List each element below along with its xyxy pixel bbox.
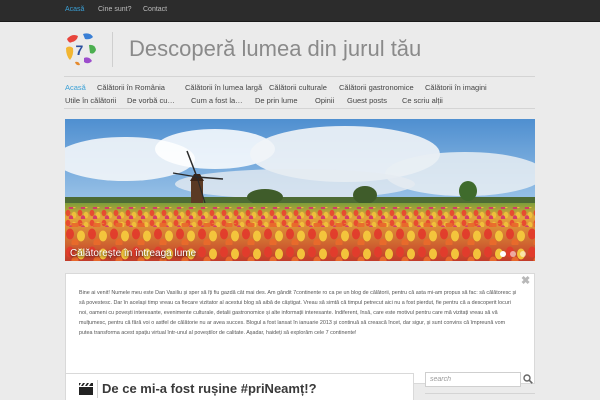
welcome-box: Bine ai venit! Numele meu este Dan Vasil… — [65, 273, 535, 384]
top-link-about[interactable]: Cine sunt? — [98, 6, 131, 13]
nav-item-how-was[interactable]: Cum a fost la… — [191, 96, 243, 105]
sidebar-divider — [425, 393, 535, 394]
nav-item-home[interactable]: Acasă — [65, 83, 86, 92]
logo-number: 7 — [76, 42, 84, 58]
nav-item-opinions[interactable]: Opinii — [315, 96, 334, 105]
search-input[interactable] — [425, 372, 521, 387]
slider-dot-2[interactable] — [510, 251, 516, 257]
nav-item-around-world[interactable]: De prin lume — [255, 96, 298, 105]
logo-divider — [112, 32, 113, 67]
top-bar: Acasă Cine sunt? Contact — [0, 0, 600, 22]
nav-item-interviews[interactable]: De vorbă cu… — [127, 96, 175, 105]
site-logo[interactable]: 7 — [64, 31, 98, 67]
clapperboard-icon — [79, 383, 93, 395]
nav-item-others-write[interactable]: Ce scriu alții — [402, 96, 443, 105]
nav-item-images[interactable]: Călătorii în imagini — [425, 83, 487, 92]
slide-caption[interactable]: Călătorește în întreaga lume — [70, 248, 196, 259]
top-link-home[interactable]: Acasă — [65, 6, 84, 13]
welcome-text: Bine ai venit! Numele meu este Dan Vasil… — [79, 290, 517, 337]
post-title[interactable]: De ce mi-a fost rușine #priNeamț!? — [102, 381, 317, 396]
search-icon[interactable] — [523, 374, 533, 384]
nav-item-useful[interactable]: Utile în călătorii — [65, 96, 116, 105]
header-divider — [64, 76, 535, 77]
slider-dot-1[interactable] — [500, 251, 506, 257]
close-icon[interactable]: ✖ — [521, 274, 530, 287]
nav-item-guest-posts[interactable]: Guest posts — [347, 96, 387, 105]
hero-slider[interactable] — [65, 119, 535, 261]
nav-item-gastronomic[interactable]: Călătorii gastronomice — [339, 83, 414, 92]
slider-dot-3[interactable] — [520, 251, 526, 257]
site-title[interactable]: Descoperă lumea din jurul tău — [129, 36, 421, 62]
top-link-contact[interactable]: Contact — [143, 6, 167, 13]
hero-image — [65, 119, 535, 261]
nav-divider — [64, 108, 535, 109]
post-title-divider — [97, 380, 98, 398]
nav-item-cultural[interactable]: Călătorii culturale — [269, 83, 327, 92]
nav-item-romania[interactable]: Călătorii în România — [97, 83, 165, 92]
nav-item-world[interactable]: Călătorii în lumea largă — [185, 83, 262, 92]
